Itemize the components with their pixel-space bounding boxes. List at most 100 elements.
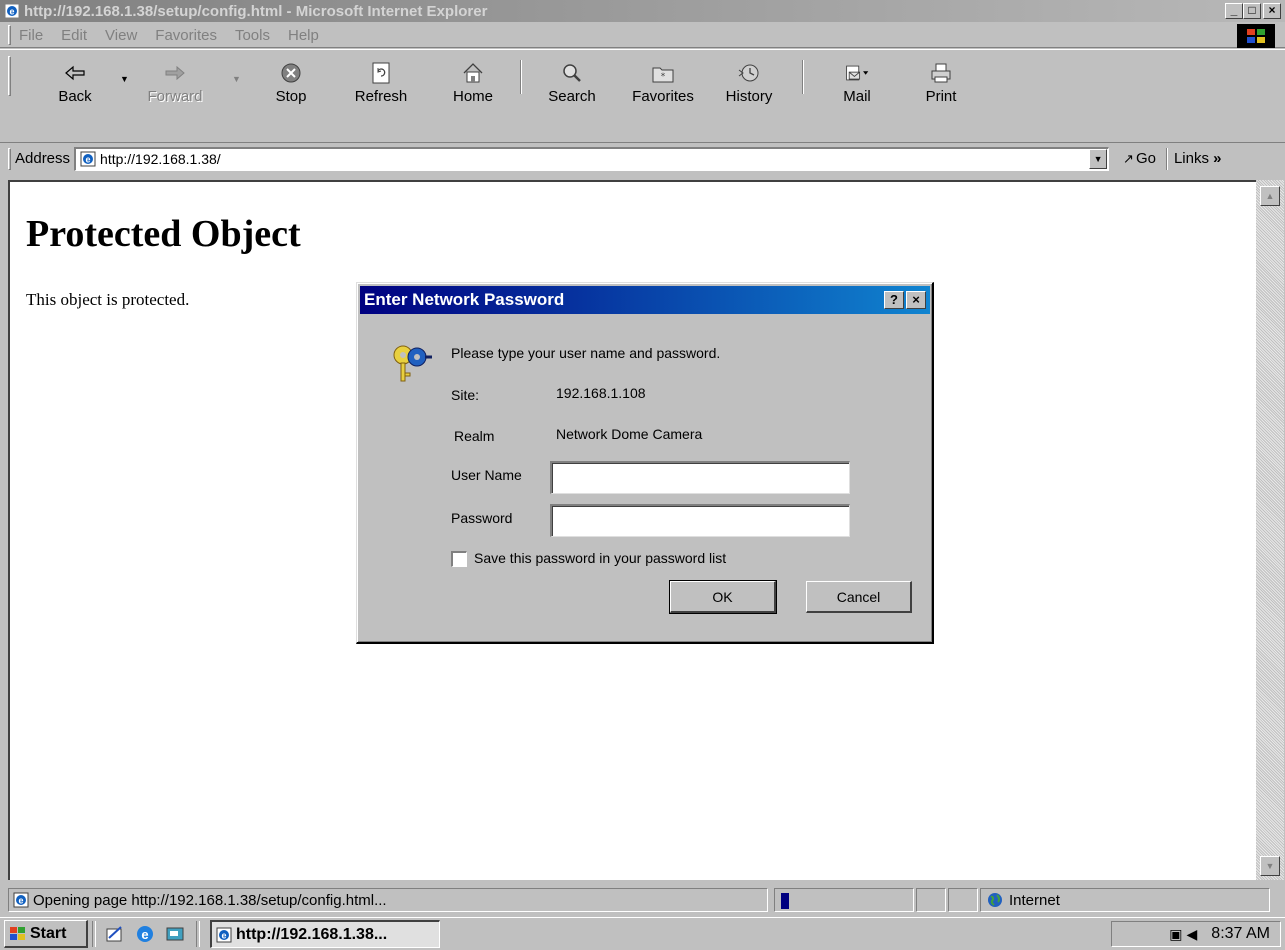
address-dropdown-icon[interactable]: ▼ (1089, 149, 1108, 169)
home-icon (460, 60, 486, 86)
show-desktop-icon[interactable] (164, 923, 186, 945)
start-button[interactable]: Start (4, 920, 88, 948)
window-title-bar[interactable]: e http://192.168.1.38/setup/config.html … (0, 0, 1285, 22)
links-button[interactable]: Links » (1174, 150, 1222, 167)
svg-text:e: e (18, 896, 23, 906)
print-button[interactable]: Print (906, 54, 976, 138)
menu-grip[interactable] (8, 25, 11, 45)
back-arrow-icon (62, 60, 88, 86)
mail-button[interactable]: Mail (822, 54, 892, 138)
svg-text:e: e (9, 7, 14, 17)
svg-text:e: e (86, 155, 91, 165)
taskbar-ie-window[interactable]: e http://192.168.1.38... (210, 920, 440, 948)
links-separator (1165, 147, 1168, 170)
printer-icon (928, 60, 954, 86)
outlook-express-icon[interactable] (104, 923, 126, 945)
menu-view[interactable]: View (105, 27, 137, 44)
password-label: Password (451, 510, 513, 526)
ie-page-icon: e (4, 3, 20, 19)
mail-label: Mail (843, 88, 871, 105)
forward-dropdown-icon[interactable]: ▼ (232, 74, 241, 84)
progress-fill (781, 893, 789, 909)
menu-file[interactable]: File (19, 27, 43, 44)
system-tray: ▣ ◀ 8:37 AM (1111, 921, 1281, 947)
dialog-title: Enter Network Password (364, 290, 565, 309)
vertical-scrollbar[interactable]: ▲ ▼ (1256, 180, 1284, 880)
security-zone-label: Internet (1009, 891, 1060, 909)
toolbar-grip[interactable] (8, 56, 11, 96)
search-button[interactable]: Search (537, 54, 607, 138)
minimize-button[interactable]: _ (1225, 3, 1243, 19)
ok-label: OK (712, 588, 733, 605)
maximize-button[interactable]: □ (1243, 3, 1261, 19)
forward-label: Forward (147, 88, 203, 105)
menu-tools[interactable]: Tools (235, 27, 270, 44)
history-label: History (725, 88, 773, 105)
close-button[interactable]: × (1263, 3, 1281, 19)
stop-button[interactable]: Stop (256, 54, 326, 138)
security-zone-panel: Internet (980, 888, 1270, 912)
menu-edit[interactable]: Edit (61, 27, 87, 44)
username-label: User Name (451, 467, 522, 483)
username-input[interactable] (550, 461, 850, 494)
start-label: Start (30, 924, 67, 942)
history-icon (736, 60, 762, 86)
favorites-label: Favorites (632, 88, 694, 105)
cancel-label: Cancel (836, 588, 881, 605)
back-label: Back (58, 88, 92, 105)
password-input[interactable] (550, 504, 850, 537)
cancel-button[interactable]: Cancel (806, 581, 912, 613)
svg-text:e: e (141, 927, 148, 942)
address-label: Address (15, 150, 71, 167)
status-message: Opening page http://192.168.1.38/setup/c… (33, 891, 387, 909)
quicklaunch-separator (92, 921, 96, 947)
refresh-button[interactable]: Refresh (346, 54, 416, 138)
print-label: Print (925, 88, 957, 105)
back-button[interactable]: Back (40, 54, 110, 138)
scroll-down-icon[interactable]: ▼ (1260, 856, 1280, 876)
standard-buttons-toolbar: Back ▼ Forward ▼ Stop Refresh Home Searc… (0, 49, 1285, 143)
ok-button[interactable]: OK (669, 580, 777, 614)
back-dropdown-icon[interactable]: ▼ (120, 74, 129, 84)
dialog-close-button[interactable]: × (906, 291, 926, 309)
menu-help[interactable]: Help (288, 27, 319, 44)
scroll-up-icon[interactable]: ▲ (1260, 186, 1280, 206)
status-panel-blank (916, 888, 946, 912)
address-field[interactable]: e http://192.168.1.38/ ▼ (74, 146, 1110, 171)
windows-flag-icon (1247, 29, 1265, 43)
page-body-text: This object is protected. (26, 290, 190, 309)
save-password-label[interactable]: Save this password in your password list (474, 550, 726, 566)
site-value: 192.168.1.108 (556, 385, 646, 401)
volume-icon[interactable]: ◀ (1187, 926, 1198, 943)
history-button[interactable]: History (714, 54, 784, 138)
save-password-checkbox[interactable] (451, 551, 467, 567)
ie-page-icon: e (13, 892, 29, 908)
dialog-prompt: Please type your user name and password. (451, 345, 721, 361)
dialog-title-bar[interactable]: Enter Network Password ? × (360, 286, 930, 314)
windows-taskbar: Start e e http://192.168.1.38... ▣ ◀ 8:3… (0, 917, 1285, 950)
menu-bar: File Edit View Favorites Tools Help (0, 23, 1285, 48)
refresh-icon (368, 60, 394, 86)
page-heading: Protected Object (26, 213, 301, 255)
home-button[interactable]: Home (438, 54, 508, 138)
stop-icon (278, 60, 304, 86)
address-grip[interactable] (8, 147, 11, 170)
forward-arrow-icon (162, 60, 188, 86)
window-title: http://192.168.1.38/setup/config.html - … (24, 2, 488, 20)
address-url[interactable]: http://192.168.1.38/ (100, 151, 1089, 167)
go-arrow-icon: ↗ (1123, 150, 1134, 166)
ie-page-icon: e (80, 151, 96, 167)
network-tray-icon[interactable]: ▣ (1169, 926, 1182, 943)
go-button[interactable]: ↗ Go (1123, 150, 1156, 167)
favorites-button[interactable]: * Favorites (618, 54, 708, 138)
realm-label: Realm (454, 428, 495, 444)
svg-text:*: * (661, 72, 666, 82)
realm-value: Network Dome Camera (556, 426, 703, 442)
ie-page-icon: e (216, 927, 232, 942)
dialog-help-button[interactable]: ? (884, 291, 904, 309)
toolbar-separator (802, 60, 804, 94)
forward-button[interactable]: Forward (140, 54, 210, 138)
clock[interactable]: 8:37 AM (1211, 925, 1270, 943)
menu-favorites[interactable]: Favorites (155, 27, 217, 44)
internet-explorer-icon[interactable]: e (134, 923, 156, 945)
